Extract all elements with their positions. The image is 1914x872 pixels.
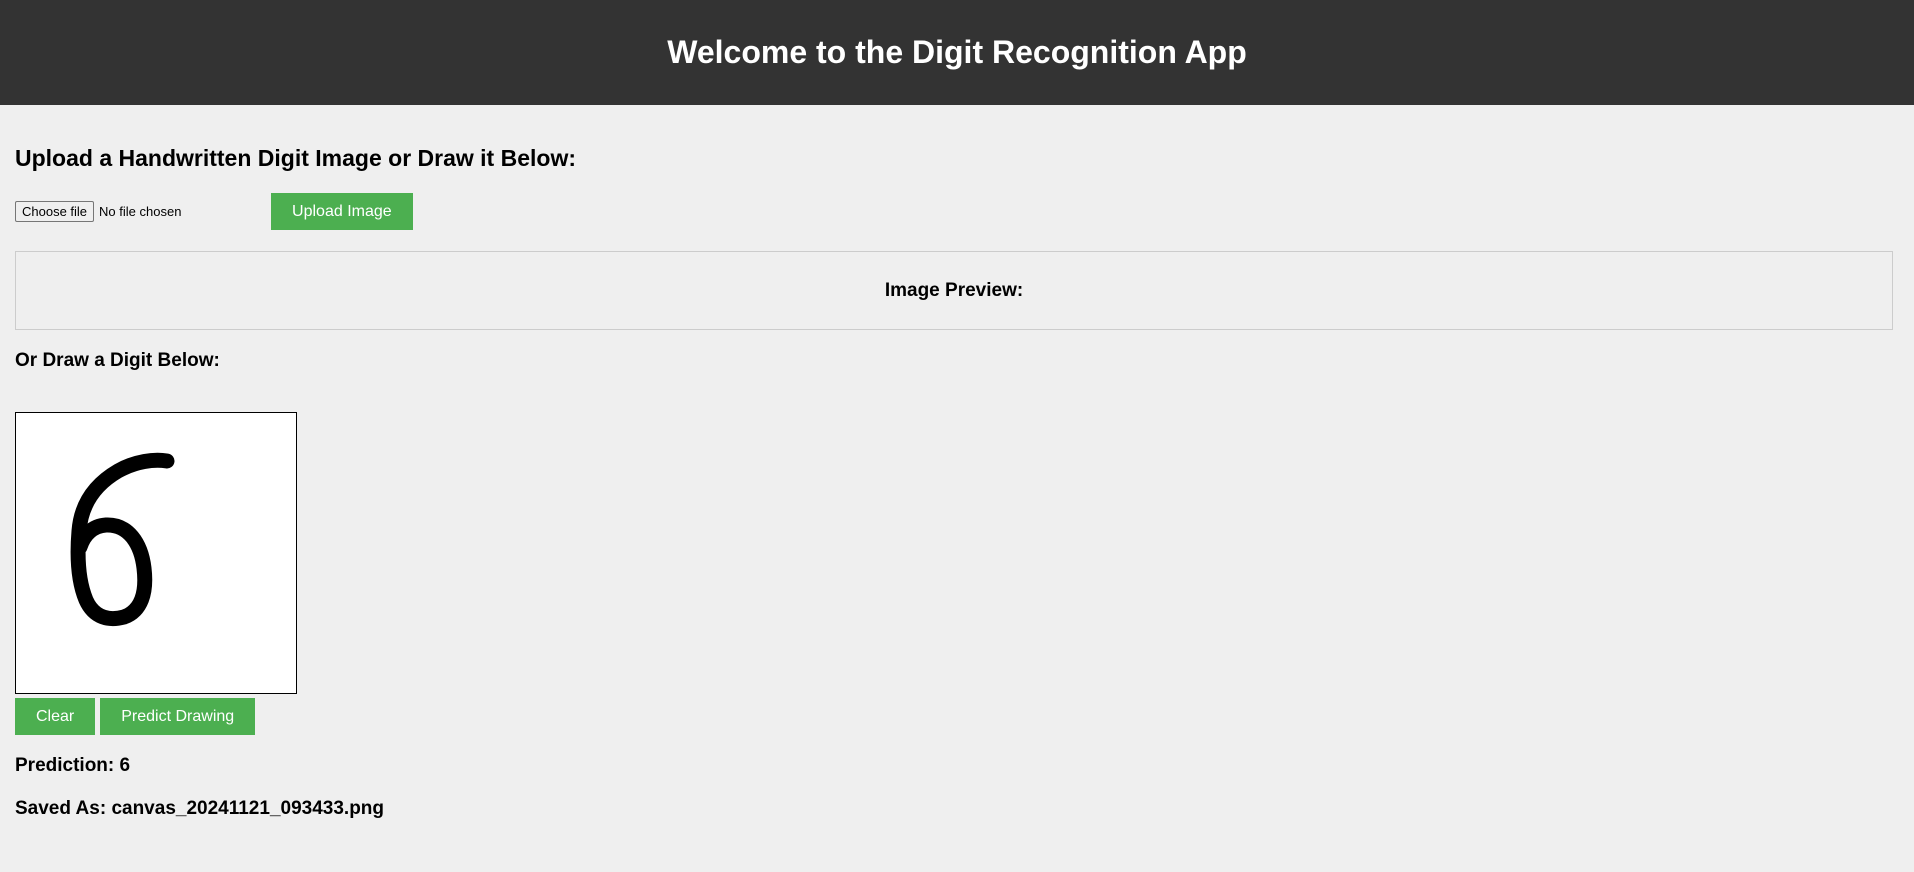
image-preview-title: Image Preview:: [884, 279, 1024, 301]
file-status-text: No file chosen: [99, 204, 182, 219]
predict-drawing-button[interactable]: Predict Drawing: [100, 698, 256, 735]
drawn-digit-stroke: [70, 452, 175, 627]
file-upload-row: Choose file No file chosen Upload Image: [15, 193, 413, 230]
draw-heading: Or Draw a Digit Below:: [15, 350, 220, 371]
clear-button[interactable]: Clear: [15, 698, 96, 735]
canvas-button-row: Clear Predict Drawing: [15, 698, 256, 735]
image-preview-box: Image Preview:: [15, 251, 1893, 330]
page-title: Welcome to the Digit Recognition App: [667, 34, 1247, 70]
upload-heading: Upload a Handwritten Digit Image or Draw…: [15, 145, 576, 171]
saved-as-result: Saved As: canvas_20241121_093433.png: [15, 798, 385, 819]
prediction-result: Prediction: 6: [15, 755, 131, 776]
app-header: Welcome to the Digit Recognition App: [0, 0, 1914, 105]
drawing-canvas[interactable]: [15, 412, 297, 694]
upload-image-button[interactable]: Upload Image: [271, 193, 413, 230]
choose-file-button[interactable]: Choose file: [15, 201, 95, 222]
